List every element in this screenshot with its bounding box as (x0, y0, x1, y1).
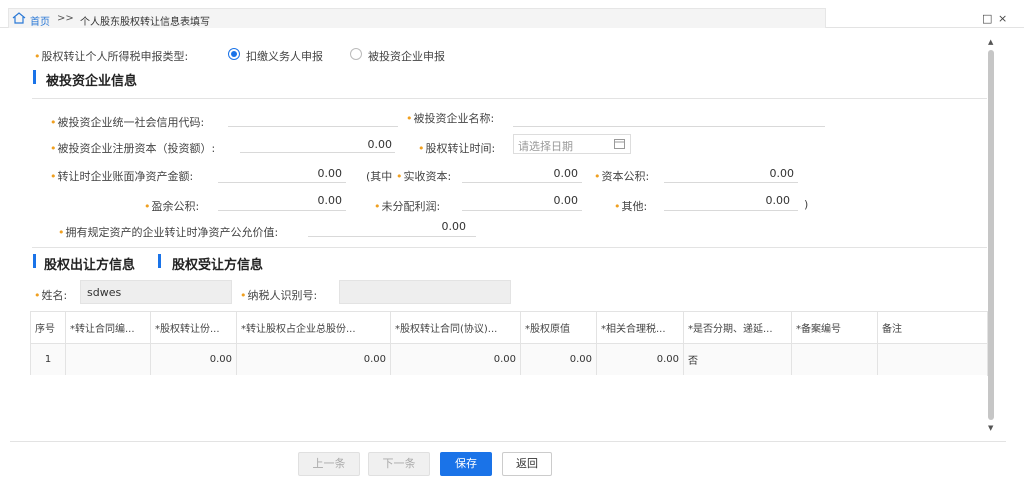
cell-record-no[interactable] (791, 343, 878, 376)
transfer-table: 序号 *转让合同编... *股权转让份... *转让股权占企业总股份... *股… (30, 311, 988, 376)
prev-record-button[interactable]: 上一条 (298, 452, 360, 476)
declaration-type-label: •股权转让个人所得税申报类型: (34, 50, 189, 63)
undistributed-profit-input[interactable] (462, 210, 582, 211)
breadcrumb-separator: >> (57, 13, 74, 24)
section-marker-transferor (33, 254, 36, 268)
date-placeholder: 请选择日期 (518, 140, 573, 153)
cell-share-amount[interactable]: 0.00 (150, 343, 237, 376)
capital-reserve-value: 0.00 (769, 167, 795, 180)
col-header-contract-amount[interactable]: *股权转让合同(协议)... (390, 311, 521, 344)
home-icon[interactable] (12, 12, 26, 24)
person-name-value: sdwes (87, 286, 122, 299)
cell-remark[interactable] (877, 343, 988, 376)
tab-transferor-info[interactable]: 股权出让方信息 (44, 254, 135, 273)
paid-in-capital-label: •实收资本: (396, 170, 452, 183)
col-header-index: 序号 (30, 311, 66, 344)
registered-capital-value: 0.00 (367, 138, 393, 151)
company-name-input[interactable] (513, 126, 825, 127)
cell-index: 1 (30, 343, 66, 376)
section-marker-transferee (158, 254, 161, 268)
section-marker (33, 70, 36, 84)
home-link[interactable]: 首页 (30, 13, 50, 28)
radio-invested-company[interactable] (350, 48, 362, 60)
transfer-date-picker[interactable]: 请选择日期 (513, 134, 631, 154)
taxpayer-id-label: •纳税人识别号: (240, 289, 318, 302)
restore-icon[interactable]: □ (982, 12, 992, 25)
other-value: 0.00 (765, 194, 791, 207)
fair-value-label: •拥有规定资产的企业转让时净资产公允价值: (58, 226, 279, 239)
net-assets-label: •转让时企业账面净资产金额: (50, 170, 194, 183)
surplus-reserve-label: •盈余公积: (144, 200, 200, 213)
col-header-share-ratio[interactable]: *转让股权占企业总股份... (236, 311, 391, 344)
surplus-reserve-value: 0.00 (317, 194, 343, 207)
col-header-contract-no[interactable]: *转让合同编... (65, 311, 151, 344)
fair-value-input[interactable] (308, 236, 476, 237)
col-header-remark[interactable]: 备注 (877, 311, 988, 344)
net-assets-input[interactable] (218, 182, 346, 183)
col-header-reasonable-tax[interactable]: *相关合理税... (596, 311, 684, 344)
scroll-down-icon[interactable]: ▼ (988, 424, 993, 432)
other-input[interactable] (664, 210, 798, 211)
person-name-field[interactable]: sdwes (80, 280, 232, 304)
top-bar: 首页 >> 个人股东股权转让信息表填写 □ × (0, 0, 1024, 28)
cell-contract-no[interactable] (65, 343, 151, 376)
table-empty-area (30, 375, 987, 433)
person-name-label: •姓名: (34, 289, 68, 302)
credit-code-label: •被投资企业统一社会信用代码: (50, 116, 205, 129)
vertical-scrollbar[interactable]: ▲ ▼ (986, 38, 996, 436)
col-header-original-value[interactable]: *股权原值 (520, 311, 597, 344)
cell-installment[interactable]: 否 (683, 343, 792, 376)
cell-share-ratio[interactable]: 0.00 (236, 343, 391, 376)
radio-withholding-label[interactable]: 扣缴义务人申报 (246, 48, 323, 64)
section-title-invested: 被投资企业信息 (46, 74, 138, 89)
net-assets-value: 0.00 (317, 167, 343, 180)
paid-in-capital-value: 0.00 (553, 167, 579, 180)
col-header-share-amount[interactable]: *股权转让份... (150, 311, 237, 344)
col-header-record-no[interactable]: *备案编号 (791, 311, 878, 344)
paid-in-capital-input[interactable] (462, 182, 582, 183)
undistributed-profit-label: •未分配利润: (374, 200, 441, 213)
save-button[interactable]: 保存 (440, 452, 492, 476)
surplus-reserve-input[interactable] (218, 210, 346, 211)
cell-contract-amount[interactable]: 0.00 (390, 343, 521, 376)
credit-code-input[interactable] (228, 126, 398, 127)
paren-close: ) (804, 198, 809, 211)
calendar-icon (614, 139, 625, 149)
radio-withholding[interactable] (228, 48, 240, 60)
table-header-row: 序号 *转让合同编... *股权转让份... *转让股权占企业总股份... *股… (30, 311, 988, 344)
radio-invested-company-label[interactable]: 被投资企业申报 (368, 48, 445, 64)
back-button[interactable]: 返回 (502, 452, 552, 476)
table-row[interactable]: 1 0.00 0.00 0.00 0.00 0.00 否 (30, 343, 988, 376)
page-title: 个人股东股权转让信息表填写 (80, 17, 210, 28)
transfer-time-label: •股权转让时间: (418, 142, 496, 155)
tab-transferee-info[interactable]: 股权受让方信息 (172, 254, 263, 273)
fair-value-value: 0.00 (441, 220, 467, 233)
scroll-up-icon[interactable]: ▲ (988, 38, 993, 46)
undistributed-profit-value: 0.00 (553, 194, 579, 207)
footer-divider (10, 441, 1006, 442)
close-icon[interactable]: × (998, 12, 1007, 25)
col-header-installment[interactable]: *是否分期、递延... (683, 311, 792, 344)
capital-reserve-label: •资本公积: (594, 170, 650, 183)
registered-capital-input[interactable] (240, 152, 395, 153)
registered-capital-label: •被投资企业注册资本（投资额）: (50, 142, 216, 155)
cell-original-value[interactable]: 0.00 (520, 343, 597, 376)
taxpayer-id-field[interactable] (339, 280, 511, 304)
company-name-label: •被投资企业名称: (406, 112, 495, 125)
capital-reserve-input[interactable] (664, 182, 798, 183)
cell-reasonable-tax[interactable]: 0.00 (596, 343, 684, 376)
next-record-button[interactable]: 下一条 (368, 452, 430, 476)
other-label: •其他: (614, 200, 648, 213)
paren-open: (其中 (366, 170, 393, 183)
scroll-thumb[interactable] (988, 50, 994, 420)
